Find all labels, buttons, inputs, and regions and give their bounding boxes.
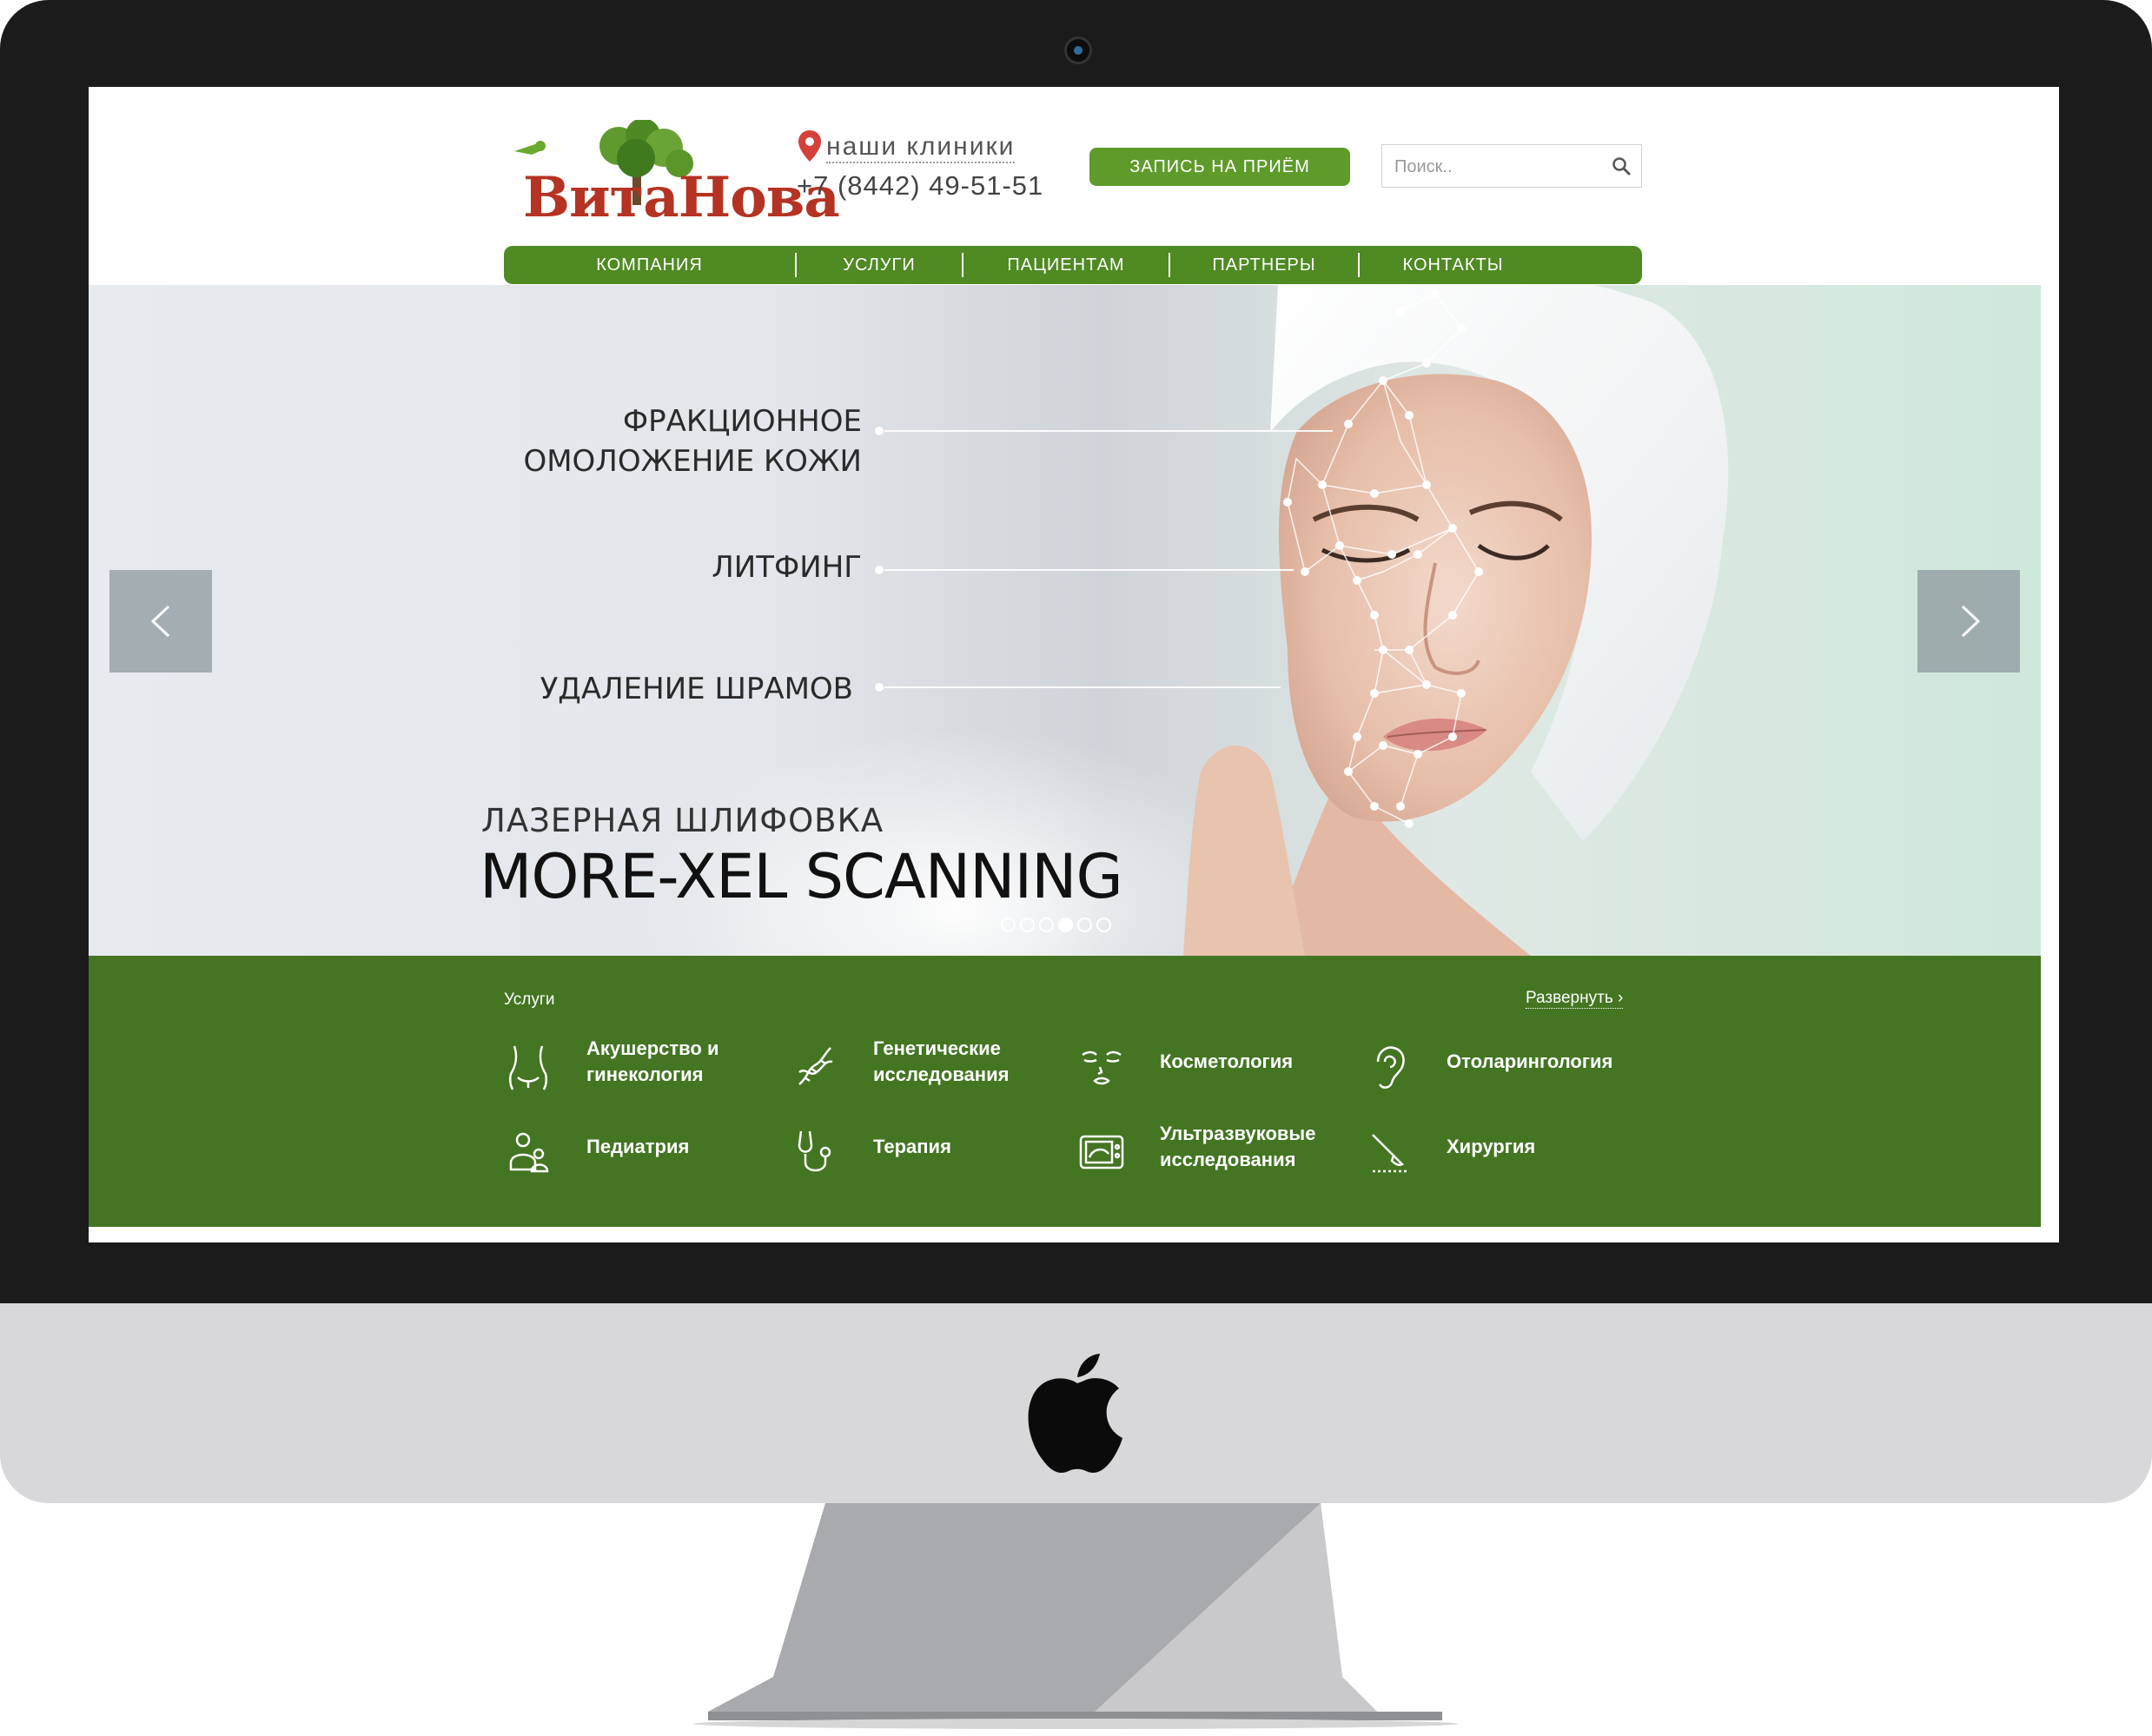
slider-dot[interactable]	[1039, 918, 1054, 932]
callout-line	[881, 569, 1294, 571]
service-label-line2: гинекология	[586, 1063, 704, 1085]
scalpel-icon	[1372, 1134, 1407, 1173]
service-label-line1: Педиатрия	[586, 1136, 690, 1157]
hero-feature-3: УДАЛЕНИЕ ШРАМОВ	[540, 672, 853, 706]
search-input[interactable]	[1393, 152, 1605, 182]
hero-slider: ФРАКЦИОННОЕ ОМОЛОЖЕНИЕ КОЖИ ЛИТФИНГ УДАЛ…	[89, 285, 2041, 956]
nav-item-patients[interactable]: ПАЦИЕНТАМ	[963, 246, 1169, 284]
hero-feature-1-line1: ФРАКЦИОННОЕ	[622, 404, 862, 439]
hero-feature-1-line2: ОМОЛОЖЕНИЕ КОЖИ	[523, 444, 862, 479]
services-section: Услуги Развернуть › Акушерство и гинеколо…	[89, 956, 2041, 1227]
service-item[interactable]: Терапия	[791, 1121, 1077, 1182]
service-label-line1: Ультразвуковые	[1160, 1123, 1316, 1144]
callout-dot	[874, 682, 884, 692]
slider-dot-active[interactable]	[1058, 918, 1073, 932]
location-pin-icon	[798, 130, 821, 162]
service-label-line1: Генетические	[873, 1037, 1001, 1059]
service-item[interactable]: Акушерство и гинекология	[504, 1036, 791, 1097]
face-icon	[1082, 1050, 1122, 1085]
nav-item-services[interactable]: УСЛУГИ	[797, 246, 962, 284]
dna-icon	[798, 1047, 833, 1085]
callout-line	[881, 430, 1333, 432]
website-screen: ВитаНова наши клиники +7 (8442) 49-51-51…	[89, 87, 2059, 1242]
service-item[interactable]: Генетические исследования	[791, 1036, 1077, 1097]
expand-link[interactable]: Развернуть ›	[1526, 989, 1624, 1009]
logo-word-vita: Вита	[523, 165, 679, 230]
main-nav: КОМПАНИЯ УСЛУГИ ПАЦИЕНТАМ ПАРТНЕРЫ КОНТА…	[504, 246, 1642, 284]
expand-link-label: Развернуть	[1526, 989, 1613, 1007]
our-clinics-link[interactable]: наши клиники	[826, 132, 1016, 163]
family-icon	[509, 1132, 549, 1173]
body-icon	[508, 1045, 548, 1090]
hero-feature-2: ЛИТФИНГ	[712, 550, 862, 585]
monitor-stand	[693, 1503, 1458, 1729]
slider-dot[interactable]	[1001, 918, 1016, 932]
webcam-icon	[1064, 36, 1092, 64]
callout-dot	[874, 565, 884, 575]
phone-number[interactable]: +7 (8442) 49-51-51	[797, 170, 1043, 202]
search-box	[1381, 144, 1642, 188]
service-item[interactable]: Ультразвуковые исследования	[1077, 1121, 1364, 1182]
service-item[interactable]: Педиатрия	[504, 1121, 791, 1182]
hero-title: MORE-XEL SCANNING	[480, 841, 1123, 912]
book-appointment-button[interactable]: ЗАПИСЬ НА ПРИЁМ	[1089, 148, 1350, 186]
hero-subtitle: ЛАЗЕРНАЯ ШЛИФОВКА	[481, 802, 884, 839]
hero-face-image	[1183, 285, 1729, 956]
site-logo[interactable]: ВитаНова	[506, 120, 840, 226]
nav-item-company[interactable]: КОМПАНИЯ	[504, 246, 795, 284]
nav-item-partners[interactable]: ПАРТНЕРЫ	[1170, 246, 1358, 284]
chevron-right-icon: ›	[1618, 989, 1624, 1007]
chevron-left-icon	[150, 605, 170, 638]
service-label-line2: исследования	[873, 1063, 1010, 1085]
slider-prev-button[interactable]	[109, 570, 212, 673]
service-label-line1: Отоларингология	[1447, 1050, 1613, 1072]
apple-logo-icon	[1028, 1354, 1122, 1474]
stethoscope-icon	[798, 1130, 831, 1172]
service-label-line1: Терапия	[873, 1136, 951, 1157]
chevron-right-icon	[1961, 605, 1981, 638]
callout-line	[881, 686, 1281, 688]
service-item[interactable]: Косметология	[1077, 1036, 1364, 1097]
hero-feature-1: ФРАКЦИОННОЕ ОМОЛОЖЕНИЕ КОЖИ	[480, 401, 862, 481]
callout-dot	[874, 426, 884, 436]
nav-item-contacts[interactable]: КОНТАКТЫ	[1360, 246, 1546, 284]
service-label-line2: исследования	[1160, 1149, 1296, 1170]
slider-dot[interactable]	[1020, 918, 1035, 932]
slider-next-button[interactable]	[1917, 570, 2020, 673]
slider-pagination	[1001, 918, 1131, 937]
service-item[interactable]: Отоларингология	[1364, 1036, 1651, 1097]
ultrasound-icon	[1079, 1135, 1124, 1169]
clinic-info: наши клиники +7 (8442) 49-51-51	[797, 129, 1057, 207]
service-label-line1: Хирургия	[1447, 1136, 1536, 1157]
service-item[interactable]: Хирургия	[1364, 1121, 1651, 1182]
ear-icon	[1376, 1046, 1405, 1089]
services-heading: Услуги	[504, 991, 555, 1009]
slider-dot[interactable]	[1096, 918, 1111, 932]
service-label-line1: Акушерство и	[586, 1037, 719, 1059]
slider-dot[interactable]	[1077, 918, 1092, 932]
service-label-line1: Косметология	[1160, 1050, 1294, 1072]
search-icon[interactable]	[1612, 156, 1631, 176]
